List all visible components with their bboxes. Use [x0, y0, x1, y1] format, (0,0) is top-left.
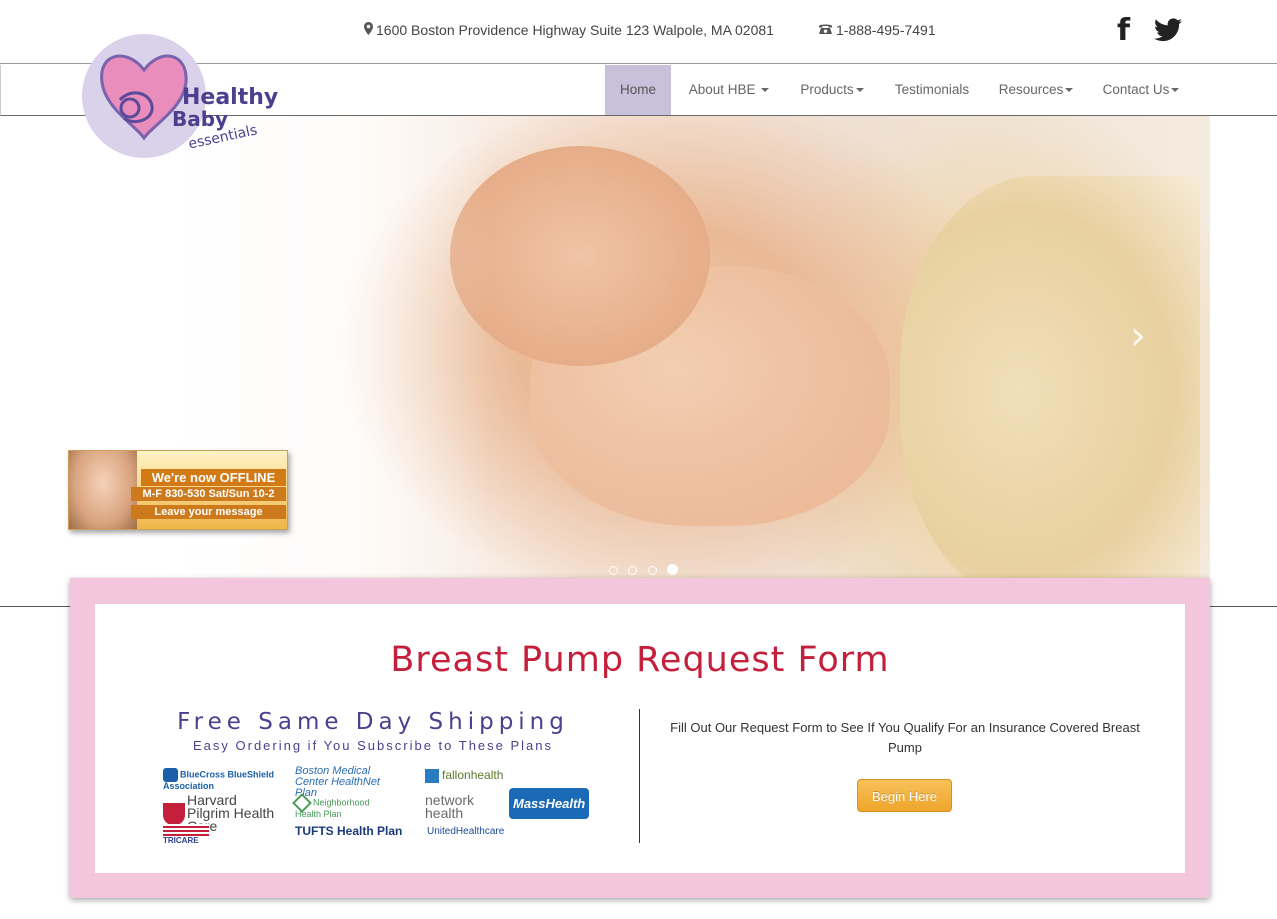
map-marker-icon — [364, 22, 373, 38]
insurance-logos: BlueCross BlueShield Association Harvard… — [163, 766, 590, 846]
vertical-divider — [639, 709, 640, 843]
unitedhealthcare-logo: UnitedHealthcare — [427, 826, 504, 837]
logo-text-baby: Baby — [172, 107, 228, 131]
tricare-text: TRICARE — [163, 836, 199, 845]
carousel-dot-1[interactable] — [609, 566, 618, 575]
caret-down-icon — [1065, 88, 1074, 93]
bcbs-logo: BlueCross BlueShield Association — [163, 768, 283, 791]
twitter-icon[interactable] — [1154, 18, 1182, 44]
offline-status-text: We're now OFFLINE — [141, 469, 286, 486]
page-title: Breast Pump Request Form — [390, 640, 890, 680]
fallon-icon — [425, 768, 439, 783]
caret-down-icon — [761, 88, 770, 93]
hero-image-mother — [900, 176, 1200, 606]
masshealth-text: MassHealth — [513, 796, 586, 811]
nav-about-hbe[interactable]: About HBE — [677, 65, 781, 115]
carousel-prev-icon[interactable]: ‹ — [120, 316, 160, 356]
nav-resources[interactable]: Resources — [991, 65, 1081, 115]
tufts-logo: TUFTS Health Plan — [295, 824, 402, 838]
phone-line[interactable]: 1-888-495-7491 — [818, 22, 936, 38]
nav-resources-label: Resources — [998, 82, 1064, 97]
fallon-text: fallonhealth — [442, 768, 504, 782]
neighborhood-health-logo: Neighborhood Health Plan — [292, 793, 375, 819]
shipping-title: Free Same Day Shipping — [177, 709, 569, 735]
phone-icon — [818, 22, 833, 38]
network-health-logo: network health — [425, 792, 495, 821]
network-health-text: network health — [425, 792, 475, 821]
offline-hours-text: M-F 830-530 Sat/Sun 10-2 — [131, 487, 286, 501]
site-logo[interactable]: Healthy Baby essentials — [80, 30, 280, 162]
nav-contact-us[interactable]: Contact Us — [1093, 65, 1189, 115]
bcbs-icon — [163, 768, 178, 782]
tufts-text: TUFTS Health Plan — [295, 824, 403, 838]
hero-fade — [70, 116, 490, 606]
phone-text[interactable]: 1-888-495-7491 — [836, 22, 936, 38]
address-line: 1600 Boston Providence Highway Suite 123… — [364, 22, 774, 38]
bcbs-logo-text: BlueCross BlueShield Association — [163, 769, 275, 791]
bmc-healthnet-text: Boston Medical Center HealthNet Plan — [295, 765, 380, 799]
carousel-next-icon[interactable]: › — [1118, 316, 1158, 356]
facebook-icon[interactable]: f — [1117, 16, 1130, 46]
nav-testimonials-label: Testimonials — [894, 82, 970, 97]
nav-testimonials[interactable]: Testimonials — [885, 65, 979, 115]
caret-down-icon — [855, 88, 864, 93]
carousel-indicators — [606, 562, 681, 575]
tricare-logo: TRICARE — [163, 824, 209, 845]
shipping-subtitle: Easy Ordering if You Subscribe to These … — [192, 738, 554, 753]
caret-down-icon — [1171, 88, 1180, 93]
begin-here-button[interactable]: Begin Here — [857, 779, 952, 812]
address-text: 1600 Boston Providence Highway Suite 123… — [376, 22, 774, 38]
nav-home[interactable]: Home — [605, 65, 671, 115]
leave-message-text: Leave your message — [131, 505, 286, 519]
nav-products[interactable]: Products — [791, 65, 873, 115]
carousel-dot-3[interactable] — [647, 566, 657, 575]
request-section-frame: Breast Pump Request Form Free Same Day S… — [70, 578, 1210, 898]
harvard-pilgrim-icon — [163, 802, 185, 825]
request-description: Fill Out Our Request Form to See If You … — [670, 720, 1140, 755]
hero-carousel: ‹ › — [70, 116, 1210, 606]
carousel-dot-4[interactable] — [667, 564, 679, 575]
nav-home-label: Home — [619, 82, 656, 97]
offline-chat-badge[interactable]: We're now OFFLINE M-F 830-530 Sat/Sun 10… — [68, 450, 288, 530]
nav-products-label: Products — [800, 82, 854, 97]
bmc-healthnet-logo: Boston Medical Center HealthNet Plan — [295, 766, 395, 799]
support-agent-image — [69, 451, 137, 529]
fallon-logo: fallonhealth — [425, 768, 503, 783]
masshealth-logo: MassHealth — [509, 788, 590, 819]
nav-contact-label: Contact Us — [1102, 82, 1170, 97]
carousel-dot-2[interactable] — [628, 566, 638, 575]
request-section: Breast Pump Request Form Free Same Day S… — [95, 604, 1185, 873]
unitedhealthcare-text: UnitedHealthcare — [427, 826, 505, 837]
nav-about-label: About HBE — [688, 82, 756, 97]
tricare-icon — [163, 824, 209, 836]
